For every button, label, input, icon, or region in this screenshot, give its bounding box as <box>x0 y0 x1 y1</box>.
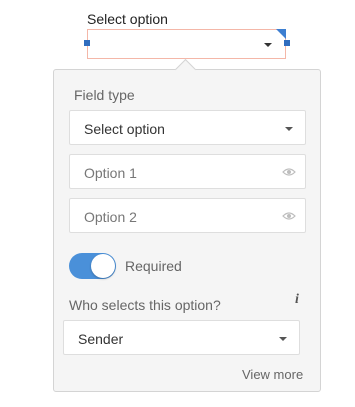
caret-down-icon <box>264 43 272 47</box>
caret-down-icon <box>279 337 287 341</box>
who-selects-dropdown[interactable]: Sender <box>63 320 300 355</box>
caret-down-icon <box>285 127 293 131</box>
who-selects-label: Who selects this option? <box>69 297 221 313</box>
resize-handle-left[interactable] <box>84 40 90 46</box>
field-label: Select option <box>87 11 168 27</box>
resize-handle-right[interactable] <box>284 40 290 46</box>
eye-icon[interactable] <box>282 211 296 221</box>
field-type-label: Field type <box>74 87 135 103</box>
option-2-input[interactable]: Option 2 <box>69 198 306 233</box>
info-icon[interactable]: i <box>295 292 299 308</box>
eye-icon[interactable] <box>282 167 296 177</box>
field-settings-popover: Field type Select option Option 1 Option… <box>53 58 321 392</box>
field-type-value: Select option <box>84 121 165 137</box>
required-toggle[interactable] <box>69 253 116 279</box>
view-more-link[interactable]: View more <box>242 367 303 382</box>
option-2-placeholder: Option 2 <box>84 209 137 225</box>
required-label: Required <box>125 258 182 274</box>
who-selects-value: Sender <box>78 331 124 347</box>
option-1-input[interactable]: Option 1 <box>69 154 306 189</box>
popover-arrow <box>174 58 197 81</box>
field-corner-marker <box>276 29 286 39</box>
field-type-dropdown[interactable]: Select option <box>69 110 306 145</box>
option-1-placeholder: Option 1 <box>84 165 137 181</box>
select-field[interactable] <box>87 29 286 59</box>
toggle-knob <box>91 254 115 278</box>
